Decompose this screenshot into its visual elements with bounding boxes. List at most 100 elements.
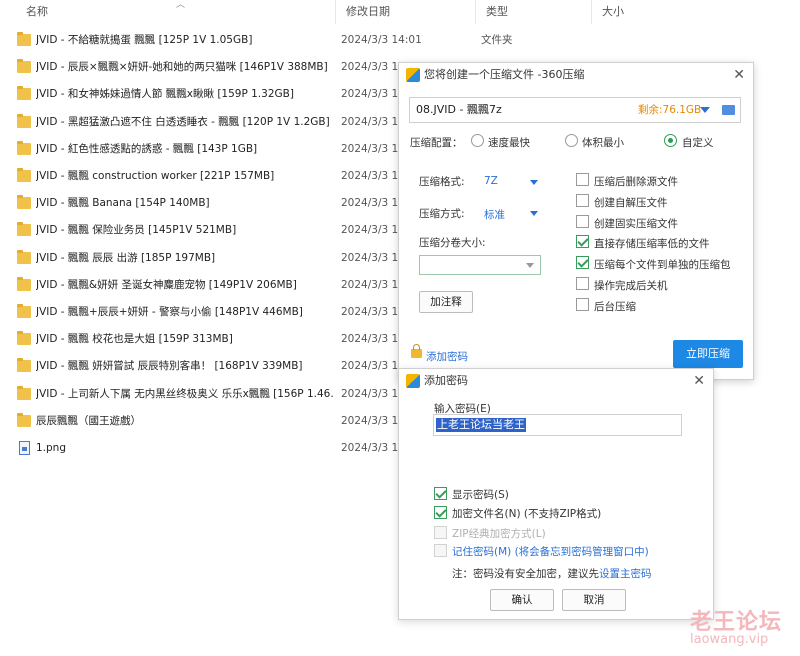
password-dialog-titlebar[interactable]: 添加密码 ✕ bbox=[399, 369, 713, 393]
remember-password-checkbox[interactable] bbox=[434, 544, 447, 557]
file-name: JVID - 飄飄 Banana [154P 140MB] bbox=[36, 197, 210, 210]
file-name: 1.png bbox=[36, 442, 67, 454]
option-label[interactable]: 直接存储压缩率低的文件 bbox=[594, 236, 710, 251]
password-value[interactable]: 上老王论坛当老王 bbox=[436, 418, 526, 432]
chevron-down-icon[interactable] bbox=[700, 107, 710, 113]
password-note-text: 注：密码没有安全加密，建议先 bbox=[452, 568, 599, 580]
option-checkbox[interactable] bbox=[576, 173, 589, 186]
add-password-link[interactable]: 添加密码 bbox=[426, 349, 468, 364]
compress-dialog-title: 您将创建一个压缩文件 -360压缩 bbox=[424, 68, 585, 81]
option-checkbox[interactable] bbox=[576, 214, 589, 228]
zip-classic-checkbox[interactable] bbox=[434, 526, 447, 539]
file-name: JVID - 飄飄 妍妍嘗試 辰辰特別客串！ [168P1V 339MB] bbox=[36, 360, 303, 373]
folder-icon bbox=[17, 412, 31, 427]
volume-size-label: 压缩分卷大小: bbox=[419, 237, 486, 249]
encrypt-filenames-checkbox[interactable] bbox=[434, 506, 447, 519]
folder-icon bbox=[17, 168, 31, 182]
file-name: JVID - 不給糖就搗蛋 飄飄 [125P 1V 1.05GB] bbox=[36, 34, 253, 46]
format-label: 压缩格式: bbox=[419, 176, 465, 188]
chevron-down-icon[interactable] bbox=[526, 263, 534, 268]
radio-custom[interactable] bbox=[664, 134, 677, 147]
file-name: JVID - 飄飄+辰辰+妍妍 - 警察与小偷 [148P1V 446MB] bbox=[36, 306, 303, 318]
option-checkbox[interactable] bbox=[576, 256, 589, 270]
file-list-row[interactable]: JVID - 不給糖就搗蛋 飄飄 [125P 1V 1.05GB] 2024/3/… bbox=[0, 27, 800, 54]
close-icon[interactable]: ✕ bbox=[693, 369, 705, 393]
column-header-size[interactable]: 大小 bbox=[592, 0, 672, 24]
free-space-label: 剩余:76.1GB bbox=[638, 104, 702, 116]
image-file-icon bbox=[19, 441, 30, 455]
option-checkbox[interactable] bbox=[576, 235, 589, 249]
folder-icon bbox=[17, 86, 31, 101]
chevron-down-icon[interactable] bbox=[530, 211, 538, 216]
format-select-value[interactable]: 7Z bbox=[484, 175, 498, 187]
remember-password-label[interactable]: 记住密码(M) (将会备忘到密码管理窗口中) bbox=[452, 544, 649, 559]
file-name: JVID - 飄飄 校花也是大姐 [159P 313MB] bbox=[36, 333, 233, 346]
column-header-type[interactable]: 类型 bbox=[476, 0, 592, 24]
option-checkbox[interactable] bbox=[576, 277, 589, 290]
compress-now-button[interactable]: 立即压缩 bbox=[673, 340, 743, 368]
browse-folder-icon[interactable] bbox=[722, 105, 735, 115]
folder-icon bbox=[17, 385, 31, 400]
compress-dialog: 您将创建一个压缩文件 -360压缩 ✕ 08.JVID - 飄飄7z 剩余:76… bbox=[398, 62, 754, 380]
add-comment-button[interactable]: 加注释 bbox=[419, 291, 473, 313]
360-zip-app-icon bbox=[406, 68, 420, 82]
folder-icon bbox=[17, 304, 31, 318]
volume-size-select[interactable] bbox=[419, 255, 541, 275]
confirm-button[interactable]: 确认 bbox=[490, 589, 554, 611]
show-password-label[interactable]: 显示密码(S) bbox=[452, 487, 509, 502]
option-label[interactable]: 操作完成后关机 bbox=[594, 278, 668, 293]
file-name: JVID - 上司新人下属 无内黑丝终极奥义 乐乐x飄飄 [156P 1.46.… bbox=[36, 387, 334, 400]
folder-icon bbox=[17, 358, 31, 373]
folder-icon bbox=[17, 59, 31, 74]
file-name: JVID - 飄飄 辰辰 出游 [185P 197MB] bbox=[36, 251, 216, 264]
radio-fastest[interactable] bbox=[471, 134, 484, 147]
radio-smallest[interactable] bbox=[565, 134, 578, 147]
show-password-checkbox[interactable] bbox=[434, 487, 447, 500]
option-checkbox[interactable] bbox=[576, 297, 589, 311]
radio-smallest-label[interactable]: 体积最小 bbox=[582, 135, 624, 150]
radio-custom-label[interactable]: 自定义 bbox=[682, 135, 714, 150]
360-zip-app-icon bbox=[406, 374, 420, 388]
folder-icon bbox=[17, 32, 31, 46]
password-dialog-title: 添加密码 bbox=[424, 374, 468, 387]
chevron-down-icon[interactable] bbox=[530, 180, 538, 185]
file-name: JVID - 飄飄 construction worker [221P 157M… bbox=[36, 170, 275, 182]
encrypt-filenames-label[interactable]: 加密文件名(N) (不支持ZIP格式) bbox=[452, 506, 601, 521]
option-label[interactable]: 压缩后删除源文件 bbox=[594, 174, 678, 189]
option-label[interactable]: 创建自解压文件 bbox=[594, 195, 668, 210]
option-label[interactable]: 压缩每个文件到单独的压缩包 bbox=[594, 257, 731, 272]
file-name: JVID - 飄飄 保险业务员 [145P1V 521MB] bbox=[36, 224, 237, 237]
encrypt-filenames-text: 加密文件名(N) bbox=[452, 508, 521, 520]
cancel-button[interactable]: 取消 bbox=[562, 589, 626, 611]
output-path-field[interactable]: 08.JVID - 飄飄7z 剩余:76.1GB bbox=[409, 97, 741, 123]
close-icon[interactable]: ✕ bbox=[733, 63, 745, 87]
option-checkbox[interactable] bbox=[576, 193, 589, 207]
option-label[interactable]: 后台压缩 bbox=[594, 299, 636, 314]
file-modified-date: 2024/3/3 14:01 bbox=[341, 34, 422, 46]
folder-icon bbox=[17, 113, 31, 128]
watermark-url: laowang.vip bbox=[690, 632, 769, 647]
method-select-value[interactable]: 标准 bbox=[484, 207, 505, 222]
option-label[interactable]: 创建固实压缩文件 bbox=[594, 216, 678, 231]
lock-icon bbox=[411, 344, 422, 358]
password-note: 注：密码没有安全加密，建议先设置主密码 bbox=[452, 566, 652, 581]
file-name: JVID - 紅色性感透點的誘惑 - 飄飄 [143P 1GB] bbox=[36, 142, 258, 155]
method-label: 压缩方式: bbox=[419, 208, 465, 220]
column-header-date[interactable]: 修改日期 bbox=[336, 0, 476, 24]
sort-ascending-icon: ︿ bbox=[176, 0, 186, 10]
folder-icon bbox=[17, 195, 31, 210]
file-type: 文件夹 bbox=[481, 34, 513, 46]
compress-dialog-titlebar[interactable]: 您将创建一个压缩文件 -360压缩 ✕ bbox=[399, 63, 753, 87]
folder-icon bbox=[17, 331, 31, 346]
radio-fastest-label[interactable]: 速度最快 bbox=[488, 135, 530, 150]
file-name: 辰辰飄飄（國王遊戲） bbox=[36, 414, 141, 427]
file-name: JVID - 辰辰×飄飄×妍妍-她和她的两只猫咪 [146P1V 388MB] bbox=[36, 61, 328, 74]
add-password-dialog: 添加密码 ✕ 输入密码(E) 上老王论坛当老王 显示密码(S) 加密文件名(N)… bbox=[398, 368, 714, 620]
output-path-value[interactable]: 08.JVID - 飄飄7z bbox=[416, 98, 502, 122]
file-name: JVID - 和女神姊妹過情人節 飄飄x瞅瞅 [159P 1.32GB] bbox=[36, 88, 294, 101]
set-master-password-link[interactable]: 设置主密码 bbox=[599, 568, 652, 580]
password-input[interactable]: 上老王论坛当老王 bbox=[433, 414, 682, 436]
folder-icon bbox=[17, 276, 31, 291]
config-label: 压缩配置： bbox=[410, 137, 463, 149]
folder-icon bbox=[17, 249, 31, 264]
